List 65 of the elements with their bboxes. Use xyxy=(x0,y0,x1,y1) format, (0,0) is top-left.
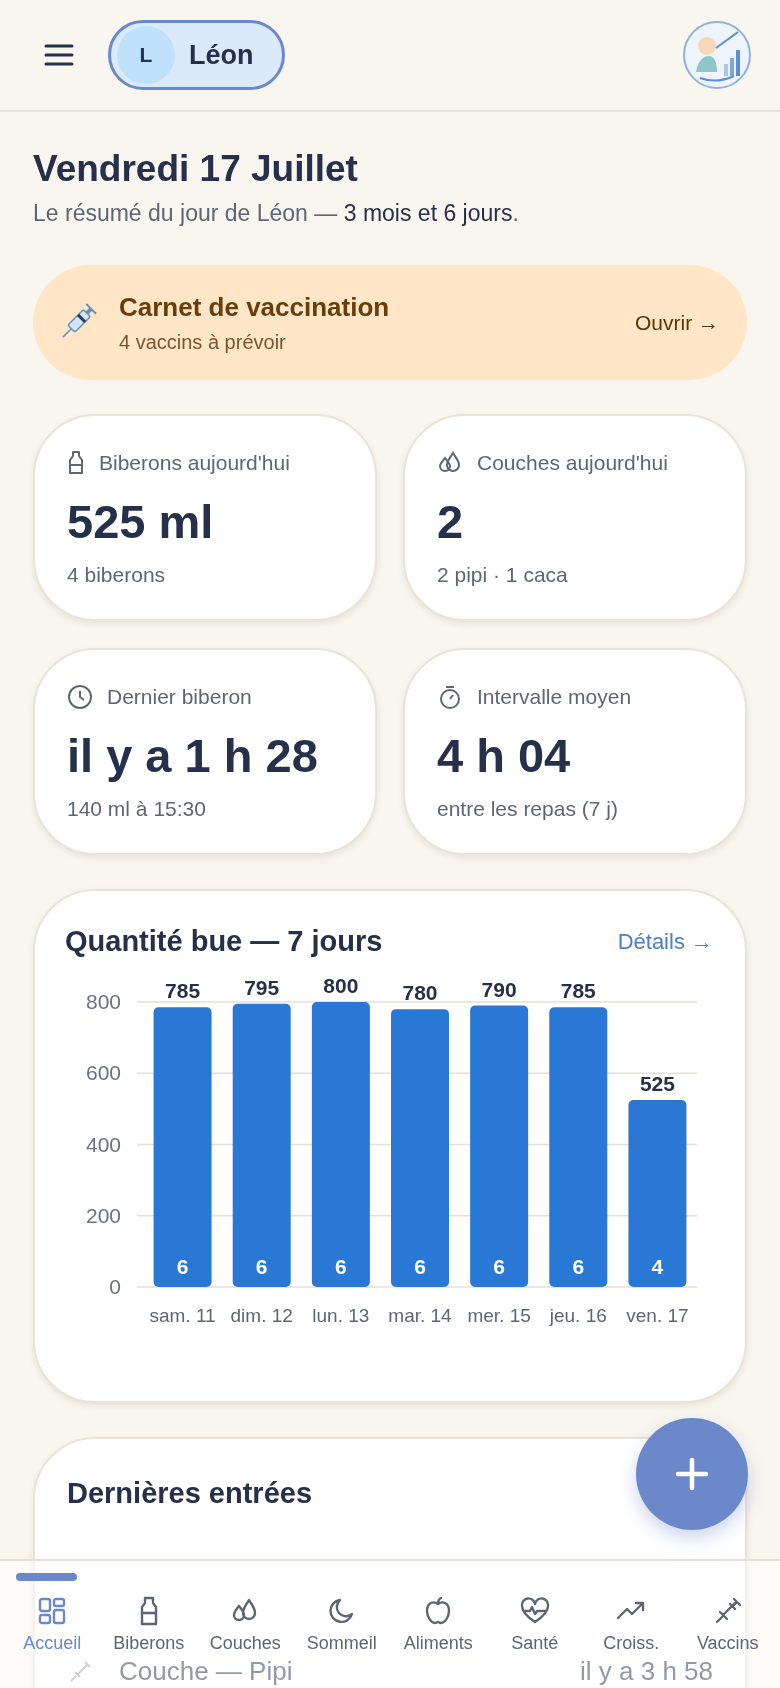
stat-label: Intervalle moyen xyxy=(477,685,632,709)
summary-text: Le résumé du jour de Léon — 3 mois et 6 jours. xyxy=(33,200,520,227)
stat-value: il y a 1 h 28 xyxy=(67,728,319,783)
profile-chip[interactable]: L Léon xyxy=(108,20,285,90)
nav-tab[interactable]: Croiss. xyxy=(583,1561,680,1656)
count-label: 4 xyxy=(651,1255,664,1278)
stat-label: Biberons aujourd'hui xyxy=(99,451,290,475)
axis-category-label: lun. 13 xyxy=(312,1305,370,1326)
stat-detail: 4 biberons xyxy=(67,563,167,587)
axis-category-label: mar. 14 xyxy=(388,1305,452,1326)
axis-tick-label: 0 xyxy=(109,1275,121,1298)
vaccination-banner[interactable]: Carnet de vaccination 4 vaccins à prévoir Ouvrir → xyxy=(33,265,747,380)
axis-category-label: mer. 15 xyxy=(467,1305,531,1326)
stat-value: 2 xyxy=(437,494,465,549)
nav-tab[interactable]: Aliments xyxy=(390,1561,487,1656)
stat-detail: 140 ml à 15:30 xyxy=(67,797,207,821)
stat-detail: entre les repas (7 j) xyxy=(437,797,619,821)
nav-tab[interactable]: Couches xyxy=(197,1561,294,1656)
value-label: 800 xyxy=(323,974,359,997)
axis-category-label: dim. 12 xyxy=(230,1305,293,1326)
stat-label: Couches aujourd'hui xyxy=(477,451,668,475)
value-label: 795 xyxy=(244,975,280,999)
count-label: 6 xyxy=(414,1255,426,1278)
count-label: 6 xyxy=(255,1255,268,1278)
chart-title: Quantité bue — 7 jours xyxy=(65,925,383,958)
nav-tab[interactable]: Sommeil xyxy=(293,1561,390,1656)
count-label: 6 xyxy=(176,1255,189,1278)
plus-icon xyxy=(674,1456,710,1492)
axis-category-label: ven. 17 xyxy=(626,1305,689,1326)
nav-tab[interactable]: Vaccins xyxy=(679,1561,776,1656)
banner-title: Carnet de vaccination xyxy=(119,291,391,323)
stat-detail: 2 pipi · 1 caca xyxy=(437,563,569,587)
value-label: 525 xyxy=(639,1071,675,1095)
nav-tab[interactable]: Santé xyxy=(486,1561,583,1656)
axis-tick-label: 800 xyxy=(85,990,121,1013)
value-label: 790 xyxy=(481,977,517,1001)
entry-title: Couche — Pipi xyxy=(119,1656,294,1687)
logo-icon xyxy=(682,20,752,90)
stat-value: 525 ml xyxy=(67,494,215,549)
count-label: 6 xyxy=(493,1255,505,1278)
count-label: 6 xyxy=(335,1255,347,1278)
stat-value: 4 h 04 xyxy=(437,728,572,783)
clock-icon xyxy=(67,684,93,710)
timer-icon xyxy=(437,684,463,710)
axis-tick-label: 400 xyxy=(85,1132,121,1156)
open-link[interactable]: Ouvrir → xyxy=(635,310,719,335)
axis-category-label: sam. 11 xyxy=(149,1305,216,1326)
bottle-icon xyxy=(67,450,85,476)
banner-subtitle: 4 vaccins à prévoir xyxy=(119,330,287,354)
value-label: 785 xyxy=(560,979,596,1003)
axis-tick-label: 600 xyxy=(85,1061,121,1085)
nav-tab[interactable]: Biberons xyxy=(100,1561,197,1656)
active-tab-indicator xyxy=(16,1573,77,1581)
avatar-initial: L xyxy=(117,26,175,84)
nav-tab[interactable]: Accueil xyxy=(4,1561,101,1656)
recent-entries-title: Dernières entrées xyxy=(67,1477,314,1510)
axis-tick-label: 200 xyxy=(85,1203,121,1227)
axis-category-label: jeu. 16 xyxy=(549,1305,607,1326)
date-title: Vendredi 17 Juillet xyxy=(33,148,359,190)
value-label: 780 xyxy=(402,981,438,1005)
count-label: 6 xyxy=(572,1255,585,1278)
stat-label: Dernier biberon xyxy=(107,685,252,709)
details-link[interactable]: Détails → xyxy=(617,928,713,955)
entry-time: il y a 3 h 58 xyxy=(580,1656,713,1687)
value-label: 785 xyxy=(165,979,201,1003)
